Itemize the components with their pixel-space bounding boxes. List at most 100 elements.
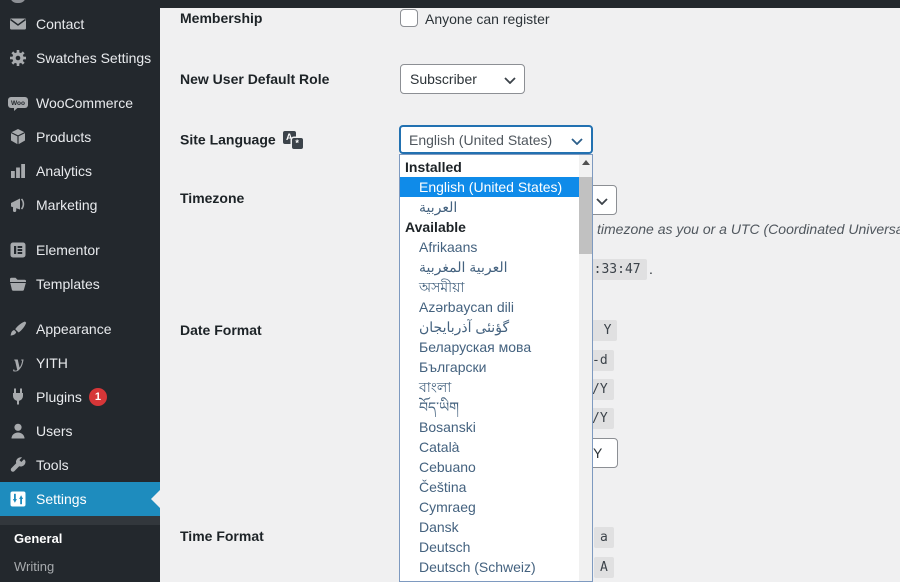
language-option[interactable]: العربية <box>400 197 579 217</box>
sidebar-item-templates[interactable]: Templates <box>0 267 160 301</box>
envelope-icon <box>0 14 36 34</box>
svg-text:y: y <box>12 353 24 372</box>
sidebar-item-appearance[interactable]: Appearance <box>0 312 160 346</box>
utc-time-period: . <box>649 261 653 277</box>
site-language-dropdown-list: Installed English (United States) العربي… <box>399 154 593 582</box>
language-group-header: Installed <box>400 157 579 177</box>
sidebar-item-label: Users <box>36 423 73 439</box>
menu-separator <box>0 75 160 86</box>
sidebar-item-label: Appearance <box>36 321 112 337</box>
plugins-update-badge: 1 <box>89 388 107 406</box>
sidebar-item-label: Tools <box>36 457 69 473</box>
language-option[interactable]: Deutsch <box>400 537 579 557</box>
sidebar-item-label: WooCommerce <box>36 95 133 111</box>
chevron-down-icon <box>504 77 516 84</box>
language-option[interactable]: Cymraeg <box>400 497 579 517</box>
box-icon <box>0 127 36 147</box>
translation-icon: A* <box>283 131 307 151</box>
scrollbar-up-arrow[interactable] <box>579 155 592 170</box>
language-option[interactable]: Català <box>400 437 579 457</box>
site-language-label: Site LanguageA* <box>180 131 307 151</box>
language-option[interactable]: العربية المغربية <box>400 257 579 277</box>
sidebar-item-elementor[interactable]: Elementor <box>0 233 160 267</box>
wrench-icon <box>0 455 36 475</box>
sidebar-item-yith[interactable]: y YITH <box>0 346 160 380</box>
sidebar-item-marketing[interactable]: Marketing <box>0 188 160 222</box>
language-option[interactable]: Bosanski <box>400 417 579 437</box>
sliders-icon <box>0 489 36 509</box>
plug-icon <box>0 387 36 407</box>
sidebar-item-tools[interactable]: Tools <box>0 448 160 482</box>
folder-icon <box>0 274 36 294</box>
menu-separator <box>0 222 160 233</box>
sidebar-item-users[interactable]: Users <box>0 414 160 448</box>
sidebar-item-label: Analytics <box>36 163 92 179</box>
timezone-description: timezone as you or a UTC (Coordinated Un… <box>597 221 900 237</box>
brush-icon <box>0 319 36 339</box>
admin-sidebar: Contact Swatches Settings Woo WooCommerc… <box>0 0 160 582</box>
elementor-icon <box>0 240 36 260</box>
time-format-code: A <box>594 557 614 578</box>
language-option[interactable]: Български <box>400 357 579 377</box>
language-option[interactable]: Deutsch (Schweiz) <box>400 557 579 577</box>
scrollbar-thumb[interactable] <box>579 177 592 254</box>
sidebar-item-label: YITH <box>36 355 68 371</box>
chevron-down-icon <box>596 198 608 205</box>
site-language-select[interactable]: English (United States) <box>399 125 593 154</box>
sidebar-item-label: Products <box>36 129 91 145</box>
sidebar-item-plugins[interactable]: Plugins 1 <box>0 380 160 414</box>
time-format-label: Time Format <box>180 528 264 544</box>
anyone-can-register-checkbox[interactable] <box>400 9 418 27</box>
submenu-item-writing[interactable]: Writing <box>0 553 160 581</box>
menu-separator <box>0 301 160 312</box>
sidebar-item-label: Contact <box>36 16 84 32</box>
megaphone-icon <box>0 195 36 215</box>
language-option[interactable]: Čeština <box>400 477 579 497</box>
settings-submenu: General Writing <box>0 516 160 525</box>
gear-icon <box>0 48 36 68</box>
user-icon <box>0 421 36 441</box>
language-option[interactable]: Dansk <box>400 517 579 537</box>
current-menu-arrow <box>151 490 160 508</box>
cropped-icon <box>10 0 26 3</box>
time-format-code: a <box>594 527 614 548</box>
svg-text:Woo: Woo <box>11 100 25 107</box>
sidebar-item-products[interactable]: Products <box>0 120 160 154</box>
timezone-label: Timezone <box>180 190 244 206</box>
language-option[interactable]: Afrikaans <box>400 237 579 257</box>
sidebar-item-label: Settings <box>36 491 87 507</box>
sidebar-item-swatches-settings[interactable]: Swatches Settings <box>0 41 160 75</box>
language-option[interactable]: অসমীয়া <box>400 277 579 297</box>
site-language-value: English (United States) <box>409 132 552 148</box>
sidebar-item-woocommerce[interactable]: Woo WooCommerce <box>0 86 160 120</box>
sidebar-item-settings[interactable]: Settings <box>0 482 160 516</box>
language-group-header: Available <box>400 217 579 237</box>
language-option[interactable]: Cebuano <box>400 457 579 477</box>
sidebar-item-label: Plugins <box>36 389 82 405</box>
sidebar-item-label: Elementor <box>36 242 100 258</box>
woocommerce-icon: Woo <box>0 93 36 113</box>
yith-icon: y <box>0 353 36 373</box>
default-role-label: New User Default Role <box>180 71 329 87</box>
default-role-value: Subscriber <box>410 71 477 87</box>
sidebar-item-label: Marketing <box>36 197 97 213</box>
dropdown-scrollbar[interactable] <box>579 155 592 581</box>
submenu-item-general[interactable]: General <box>0 525 160 553</box>
membership-label: Membership <box>180 10 262 26</box>
language-option[interactable]: Беларуская мова <box>400 337 579 357</box>
sidebar-item-contact[interactable]: Contact <box>0 7 160 41</box>
date-format-label: Date Format <box>180 322 262 338</box>
chevron-down-icon <box>571 138 583 145</box>
sidebar-item-label: Swatches Settings <box>36 50 151 66</box>
anyone-can-register-label[interactable]: Anyone can register <box>425 11 550 27</box>
bar-chart-icon <box>0 161 36 181</box>
language-option[interactable]: বাংলা <box>400 377 579 397</box>
language-option[interactable]: گؤنئی آذربایجان <box>400 317 579 337</box>
general-settings-form: Membership Anyone can register New User … <box>160 0 900 582</box>
sidebar-item-analytics[interactable]: Analytics <box>0 154 160 188</box>
language-option[interactable]: བོད་ཡིག <box>400 397 579 417</box>
language-option-selected[interactable]: English (United States) <box>400 177 579 197</box>
default-role-select[interactable]: Subscriber <box>400 64 525 94</box>
language-option[interactable]: Azərbaycan dili <box>400 297 579 317</box>
sidebar-item-label: Templates <box>36 276 100 292</box>
